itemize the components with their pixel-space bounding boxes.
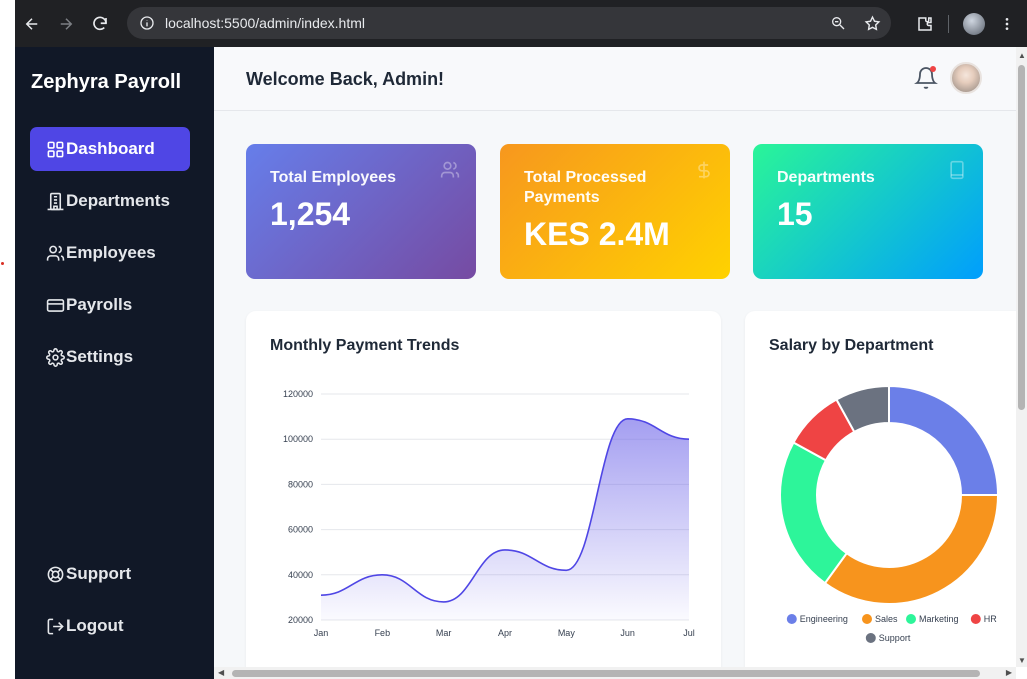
y-tick-label: 20000: [288, 615, 313, 625]
users-icon: [46, 245, 65, 261]
x-tick-label: May: [558, 628, 576, 638]
scroll-down-arrow[interactable]: ▼: [1018, 656, 1026, 665]
info-icon: [140, 16, 154, 30]
x-tick-label: Jun: [620, 628, 635, 638]
horizontal-scroll-thumb[interactable]: [232, 670, 980, 677]
forward-button[interactable]: [49, 7, 83, 41]
donut-slice: [823, 494, 1000, 605]
credit-card-icon: [46, 298, 65, 312]
y-tick-label: 40000: [288, 570, 313, 580]
sidebar: Zephyra Payroll Dashboard Departments Em…: [15, 47, 214, 679]
sidebar-item-label: Departments: [66, 191, 170, 210]
stat-card-payments: Total Processed Payments KES 2.4M: [500, 144, 730, 279]
top-header: Welcome Back, Admin!: [214, 47, 1016, 111]
back-arrow-icon: [25, 17, 38, 30]
donut-slice: [779, 441, 849, 585]
sidebar-item-label: Logout: [66, 616, 124, 635]
line-chart: 20000 40000 60000 80000 100000 120000 Jan Feb Ma…: [283, 389, 695, 638]
menu-dots-icon[interactable]: [999, 16, 1015, 32]
sidebar-item-dashboard[interactable]: Dashboard: [30, 127, 190, 171]
stat-label: Total Employees: [270, 169, 396, 186]
forward-arrow-icon: [60, 17, 73, 30]
scroll-up-arrow[interactable]: ▲: [1018, 51, 1026, 60]
vertical-scrollbar[interactable]: ▲ ▼: [1016, 47, 1027, 667]
main-content: Welcome Back, Admin! Total Employees 1,2…: [214, 47, 1027, 679]
stat-card-departments: Departments 15: [753, 144, 983, 279]
x-tick-label: Mar: [436, 628, 452, 638]
reload-button[interactable]: [83, 7, 117, 41]
url-text: localhost:5500/admin/index.html: [165, 15, 366, 31]
building-icon: [47, 192, 64, 210]
avatar[interactable]: [950, 62, 982, 94]
x-tick-label: Feb: [375, 628, 391, 638]
stat-value: 15: [777, 196, 813, 232]
gear-icon: [46, 347, 65, 367]
legend-swatch: [862, 614, 872, 624]
scroll-right-arrow[interactable]: ▶: [1006, 668, 1012, 677]
x-tick-label: Jul: [683, 628, 695, 638]
sidebar-item-support[interactable]: Support: [30, 552, 190, 596]
brand-title: Zephyra Payroll: [31, 71, 182, 93]
stat-value: 1,254: [270, 196, 351, 232]
y-tick-label: 120000: [283, 389, 313, 399]
page-marker: [1, 262, 4, 265]
legend-swatch: [906, 614, 916, 624]
sidebar-item-label: Dashboard: [66, 139, 155, 158]
back-button[interactable]: [15, 7, 49, 41]
building-icon: [950, 160, 964, 180]
legend-swatch: [970, 614, 981, 624]
stat-card-employees: Total Employees 1,254: [246, 144, 476, 279]
bookmark-star-icon[interactable]: [864, 14, 881, 32]
sidebar-item-label: Employees: [66, 243, 156, 262]
logout-icon: [47, 618, 64, 634]
x-tick-label: Jan: [314, 628, 329, 638]
dollar-icon: [698, 161, 710, 179]
reload-icon: [93, 16, 107, 30]
y-tick-label: 80000: [288, 479, 313, 489]
legend-swatch: [865, 633, 876, 643]
legend-swatch: [786, 614, 797, 624]
legend-label: Marketing: [919, 614, 959, 624]
profile-avatar[interactable]: [963, 12, 985, 35]
toolbar-separator: [948, 14, 949, 33]
sidebar-item-settings[interactable]: Settings: [30, 335, 190, 379]
stat-label: Total Processed Payments: [524, 169, 647, 206]
legend-label: HR: [984, 614, 997, 624]
y-tick-label: 60000: [288, 525, 313, 535]
users-icon: [440, 161, 460, 178]
lifebuoy-icon: [47, 566, 64, 582]
sidebar-item-label: Support: [66, 564, 132, 583]
address-bar[interactable]: localhost:5500/admin/index.html: [127, 7, 891, 39]
sidebar-item-departments[interactable]: Departments: [30, 179, 190, 223]
donut-slice: [888, 384, 1000, 496]
sidebar-item-label: Payrolls: [66, 295, 133, 314]
salary-by-department-panel: Salary by Department Engineering Sales Mar…: [745, 311, 1027, 679]
legend-label: Support: [879, 633, 911, 643]
horizontal-scrollbar[interactable]: ◀ ▶: [214, 667, 1016, 679]
sidebar-item-payrolls[interactable]: Payrolls: [30, 283, 190, 327]
sidebar-item-label: Settings: [66, 347, 134, 366]
page-title: Welcome Back, Admin!: [246, 69, 445, 89]
notification-dot: [930, 66, 936, 72]
grid-icon: [47, 141, 64, 157]
vertical-scroll-thumb[interactable]: [1018, 65, 1025, 410]
extensions-icon[interactable]: [916, 15, 934, 33]
y-tick-label: 100000: [283, 434, 313, 444]
stat-label: Departments: [777, 169, 875, 186]
x-tick-label: Apr: [498, 628, 512, 638]
sidebar-item-logout[interactable]: Logout: [30, 604, 190, 648]
scroll-left-arrow[interactable]: ◀: [218, 668, 224, 677]
area-fill: [321, 418, 689, 620]
donut-chart: Engineering Sales Marketing HR Support: [779, 384, 1000, 643]
sidebar-item-employees[interactable]: Employees: [30, 231, 190, 275]
browser-toolbar: localhost:5500/admin/index.html: [15, 0, 1027, 47]
monthly-trends-panel: Monthly Payment Trends 20000 40000 60000 80…: [246, 311, 721, 679]
zoom-icon[interactable]: [830, 15, 846, 31]
legend-label: Engineering: [800, 614, 848, 624]
legend-label: Sales: [875, 614, 898, 624]
stat-value: KES 2.4M: [524, 216, 670, 252]
